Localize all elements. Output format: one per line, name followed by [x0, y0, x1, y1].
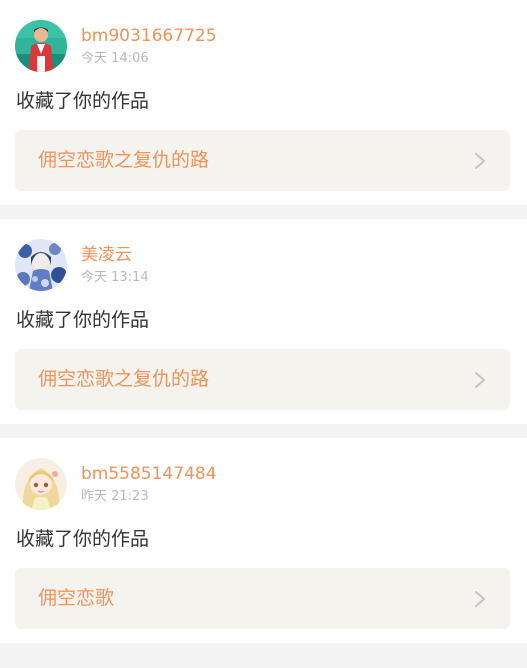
notification-card: 美凌云 今天 13:14 收藏了你的作品 佣空恋歌之复仇的路	[0, 219, 527, 424]
chevron-right-icon	[473, 590, 487, 608]
notification-card: bm5585147484 昨天 21:23 收藏了你的作品 佣空恋歌	[0, 438, 527, 643]
work-link[interactable]: 佣空恋歌之复仇的路	[15, 130, 510, 191]
notification-feed: bm9031667725 今天 14:06 收藏了你的作品 佣空恋歌之复仇的路	[0, 0, 527, 643]
avatar-anime-blonde-girl-icon	[15, 458, 67, 510]
notification-card: bm9031667725 今天 14:06 收藏了你的作品 佣空恋歌之复仇的路	[0, 0, 527, 205]
work-title: 佣空恋歌之复仇的路	[38, 149, 210, 171]
avatar-man-red-jacket-icon	[15, 20, 67, 72]
timestamp: 今天 13:14	[81, 270, 149, 285]
timestamp: 昨天 21:23	[81, 489, 149, 504]
avatar[interactable]	[15, 20, 67, 72]
username[interactable]: bm9031667725	[81, 25, 217, 47]
action-text: 收藏了你的作品	[16, 309, 150, 331]
timestamp: 今天 14:06	[81, 51, 149, 66]
avatar-anime-blue-floral-icon	[15, 239, 67, 291]
username[interactable]: bm5585147484	[81, 463, 217, 485]
chevron-right-icon	[473, 152, 487, 170]
avatar[interactable]	[15, 239, 67, 291]
work-link[interactable]: 佣空恋歌	[15, 568, 510, 629]
work-title: 佣空恋歌之复仇的路	[38, 368, 210, 390]
chevron-right-icon	[473, 371, 487, 389]
action-text: 收藏了你的作品	[16, 528, 150, 550]
work-link[interactable]: 佣空恋歌之复仇的路	[15, 349, 510, 410]
avatar[interactable]	[15, 458, 67, 510]
username[interactable]: 美凌云	[81, 244, 132, 266]
action-text: 收藏了你的作品	[16, 90, 150, 112]
work-title: 佣空恋歌	[38, 587, 115, 609]
